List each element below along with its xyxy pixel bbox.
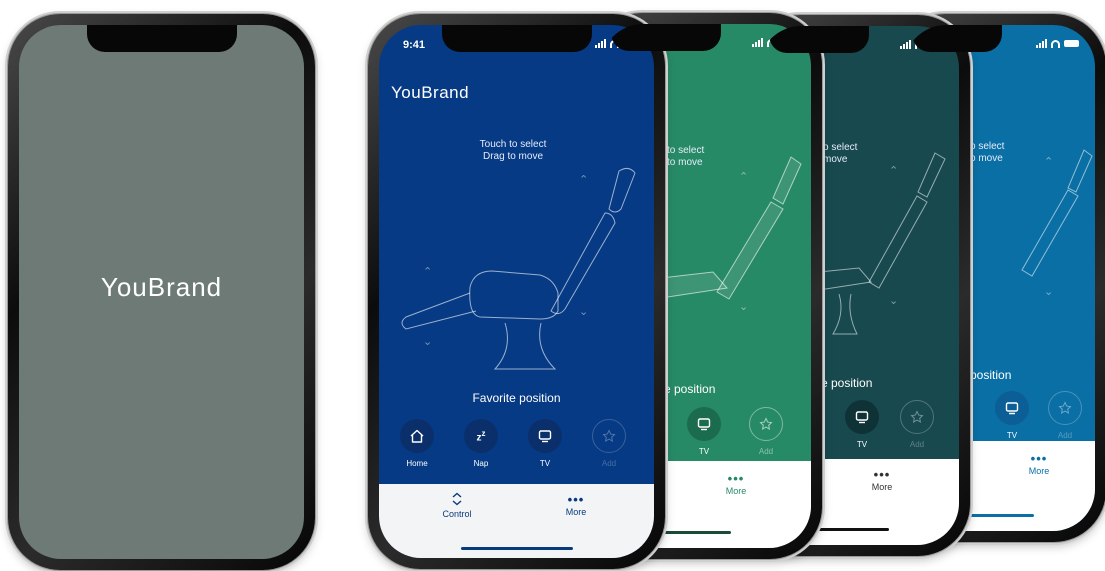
status-icons xyxy=(1036,39,1079,48)
preset-home[interactable]: Home xyxy=(397,419,437,468)
preset-tv[interactable]: TV xyxy=(684,407,724,456)
preset-tv[interactable]: TV xyxy=(992,391,1032,440)
battery-icon xyxy=(1064,40,1079,47)
more-icon: ••• xyxy=(1030,451,1048,466)
preset-tv[interactable]: TV xyxy=(842,400,882,449)
chair-illustration xyxy=(661,156,802,300)
navy-theme-phone: 9:41 YouBrand Touch to select Drag to mo… xyxy=(368,14,665,569)
preset-add[interactable]: Add xyxy=(1045,391,1085,440)
navy-screen: 9:41 YouBrand Touch to select Drag to mo… xyxy=(379,25,654,558)
notch xyxy=(611,24,721,51)
signal-icon xyxy=(595,39,606,48)
preset-nap[interactable]: zz Nap xyxy=(461,419,501,468)
favorite-title: position xyxy=(970,368,1012,382)
chevron-down-icon: ⌄ xyxy=(1044,286,1054,298)
chevron-up-icon: ⌃ xyxy=(739,171,749,183)
brand-logo: YouBrand xyxy=(391,83,470,102)
notch xyxy=(769,26,869,53)
home-indicator xyxy=(461,547,573,550)
signal-icon xyxy=(1036,39,1047,48)
splash-logo: YouBrand xyxy=(100,272,223,302)
nav-more[interactable]: ••• More xyxy=(711,471,761,496)
nav-more[interactable]: ••• More xyxy=(857,467,907,492)
preset-add[interactable]: Add xyxy=(589,419,629,468)
star-icon xyxy=(910,410,924,423)
chevron-down-icon: ⌄ xyxy=(889,295,899,307)
star-icon xyxy=(1058,401,1072,414)
splash-phone: YouBrand xyxy=(8,14,315,570)
favorite-title: e position xyxy=(821,376,873,390)
tv-icon xyxy=(1005,402,1019,415)
nav-control[interactable]: Control xyxy=(427,492,487,519)
favorite-title: Favorite position xyxy=(472,391,561,405)
preset-tv[interactable]: TV xyxy=(525,419,565,468)
status-time: 9:41 xyxy=(403,39,426,51)
chevron-up-icon: ⌃ xyxy=(1044,156,1054,168)
notch xyxy=(912,25,1002,52)
favorite-title: e position xyxy=(664,382,716,396)
more-icon: ••• xyxy=(873,467,891,482)
chevron-up-icon: ⌃ xyxy=(889,165,899,177)
notch xyxy=(86,25,237,52)
nap-icon: zz xyxy=(476,428,486,444)
tv-icon xyxy=(697,418,711,431)
tv-icon xyxy=(538,430,552,443)
chevron-up-icon: ⌃ xyxy=(579,174,589,186)
notch xyxy=(441,25,592,52)
tv-icon xyxy=(855,411,869,424)
chevron-down-icon: ⌄ xyxy=(739,301,749,313)
chair-illustration xyxy=(819,152,946,335)
chair-illustration xyxy=(1021,149,1093,277)
signal-icon xyxy=(900,40,911,49)
splash-screen: YouBrand xyxy=(19,25,304,559)
wifi-icon xyxy=(1051,39,1060,48)
nav-more[interactable]: ••• More xyxy=(1014,451,1064,476)
bottom-nav: Control ••• More xyxy=(379,484,654,558)
more-icon: ••• xyxy=(727,471,745,486)
nav-more[interactable]: ••• More xyxy=(551,492,601,517)
star-icon xyxy=(602,429,616,442)
preset-add[interactable]: Add xyxy=(746,407,786,456)
chevron-down-icon: ⌄ xyxy=(423,336,433,348)
chevron-up-icon: ⌃ xyxy=(423,266,433,278)
star-icon xyxy=(759,417,773,430)
home-icon xyxy=(410,429,424,443)
preset-add[interactable]: Add xyxy=(897,400,937,449)
more-icon: ••• xyxy=(567,492,585,507)
control-icon xyxy=(452,492,462,506)
signal-icon xyxy=(752,38,763,47)
chevron-down-icon: ⌄ xyxy=(579,306,589,318)
chair-illustration[interactable] xyxy=(395,155,645,370)
